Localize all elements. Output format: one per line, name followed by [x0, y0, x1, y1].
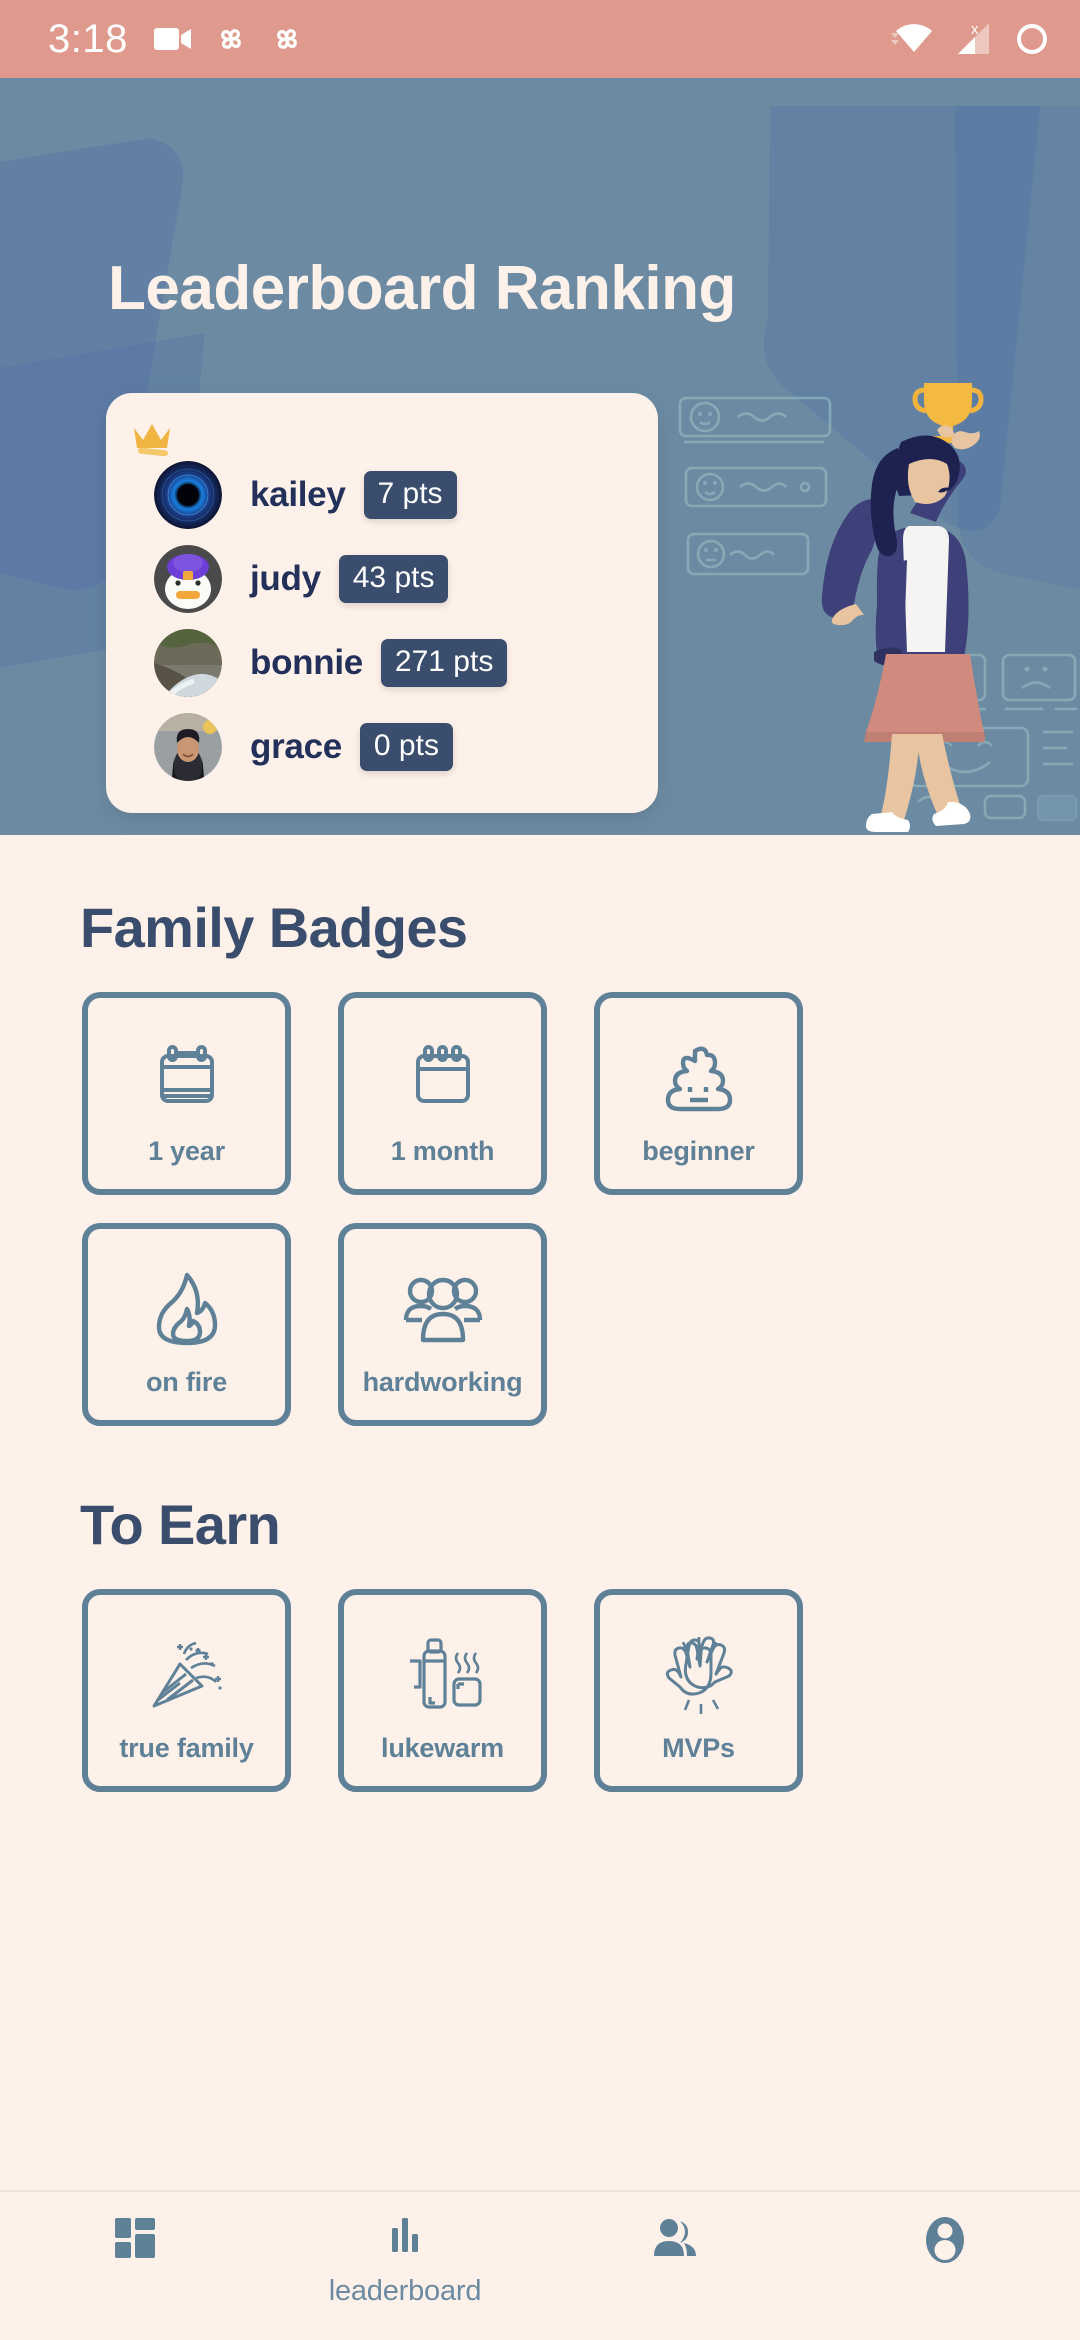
leaderboard-name: bonnie [250, 643, 363, 682]
badge-true-family[interactable]: true family [82, 1589, 291, 1792]
nav-label: leaderboard [328, 2275, 482, 2307]
badge-label: hardworking [362, 1367, 523, 1397]
people-group-icon [648, 2212, 702, 2269]
status-bar-clock: 3:18 [48, 16, 128, 61]
leaderboard-points-badge: 271 pts [380, 639, 508, 687]
badge-label: 1 year [148, 1136, 225, 1166]
leaderboard-name: kailey [250, 475, 346, 514]
family-badges-grid: 1 year 1 month beginner on fire hardwork… [82, 992, 982, 1426]
badge-label: true family [119, 1733, 254, 1763]
app-root: 3:18 x Leaderboard Ranking kailey 7 pts … [0, 0, 1080, 2340]
nav-item-leaderboard[interactable]: leaderboard [270, 2212, 540, 2308]
badge-label: on fire [145, 1367, 228, 1397]
badge-lukewarm[interactable]: lukewarm [338, 1589, 547, 1792]
crown-icon [134, 424, 170, 457]
leaderboard-points-badge: 0 pts [359, 723, 453, 771]
badge-label: 1 month [390, 1136, 495, 1166]
calendar-year-icon [149, 1030, 225, 1126]
leaderboard-points-badge: 7 pts [363, 471, 457, 519]
group-people-icon [401, 1261, 485, 1357]
badge-mvps[interactable]: MVPs [594, 1589, 803, 1792]
badge-label: MVPs [662, 1733, 735, 1763]
cellular-no-sim-icon: x [956, 21, 994, 57]
leaderboard-row-grace[interactable]: grace 0 pts [106, 705, 658, 789]
leaderboard-name: judy [250, 559, 321, 598]
high-five-hands-icon [657, 1627, 741, 1723]
nav-item-people[interactable] [540, 2212, 810, 2275]
account-circle-icon [919, 2212, 971, 2273]
badge-label: beginner [642, 1136, 755, 1166]
leaderboard-points-badge: 43 pts [338, 555, 449, 603]
video-camera-icon [153, 26, 192, 52]
flame-icon [149, 1261, 225, 1357]
nav-item-profile[interactable] [810, 2212, 1080, 2279]
thermos-mug-icon [402, 1627, 484, 1723]
family-badges-heading: Family Badges [80, 896, 468, 959]
badge-1-year[interactable]: 1 year [82, 992, 291, 1195]
woman-holding-trophy-illustration [678, 383, 1078, 832]
dashboard-grid-icon [109, 2212, 161, 2269]
avatar [154, 545, 222, 613]
status-bar-right-icons: x [890, 21, 1050, 57]
pinwheel-icon [270, 22, 304, 56]
leaderboard-row-judy[interactable]: judy 43 pts [106, 537, 658, 621]
nav-item-dashboard[interactable] [0, 2212, 270, 2275]
to-earn-grid: true family lukewarm MVPs [82, 1589, 982, 1792]
leaderboard-name: grace [250, 727, 342, 766]
leaderboard-list: kailey 7 pts judy 43 pts bonnie 271 pts … [106, 453, 658, 789]
page-title: Leaderboard Ranking [108, 254, 736, 323]
bottom-navigation: leaderboard [0, 2190, 1080, 2340]
pinwheel-icon [214, 22, 248, 56]
badge-on-fire[interactable]: on fire [82, 1223, 291, 1426]
poop-icon [659, 1030, 739, 1126]
party-popper-icon [146, 1627, 228, 1723]
battery-circle-icon [1014, 21, 1050, 57]
avatar [154, 713, 222, 781]
avatar [154, 461, 222, 529]
wifi-icon [890, 21, 936, 57]
status-bar-left-icons [153, 22, 304, 56]
badge-label: lukewarm [381, 1733, 504, 1763]
badge-1-month[interactable]: 1 month [338, 992, 547, 1195]
bar-chart-icon [379, 2212, 431, 2269]
header-hero: Leaderboard Ranking kailey 7 pts judy 43… [0, 78, 1080, 835]
leaderboard-row-kailey[interactable]: kailey 7 pts [106, 453, 658, 537]
calendar-month-icon [405, 1030, 481, 1126]
avatar [154, 629, 222, 697]
to-earn-heading: To Earn [80, 1493, 281, 1556]
badge-hardworking[interactable]: hardworking [338, 1223, 547, 1426]
status-bar: 3:18 x [0, 0, 1080, 78]
badge-beginner[interactable]: beginner [594, 992, 803, 1195]
main-content: Family Badges 1 year 1 month beginner on… [0, 835, 1080, 2190]
svg-text:x: x [971, 21, 979, 38]
leaderboard-row-bonnie[interactable]: bonnie 271 pts [106, 621, 658, 705]
